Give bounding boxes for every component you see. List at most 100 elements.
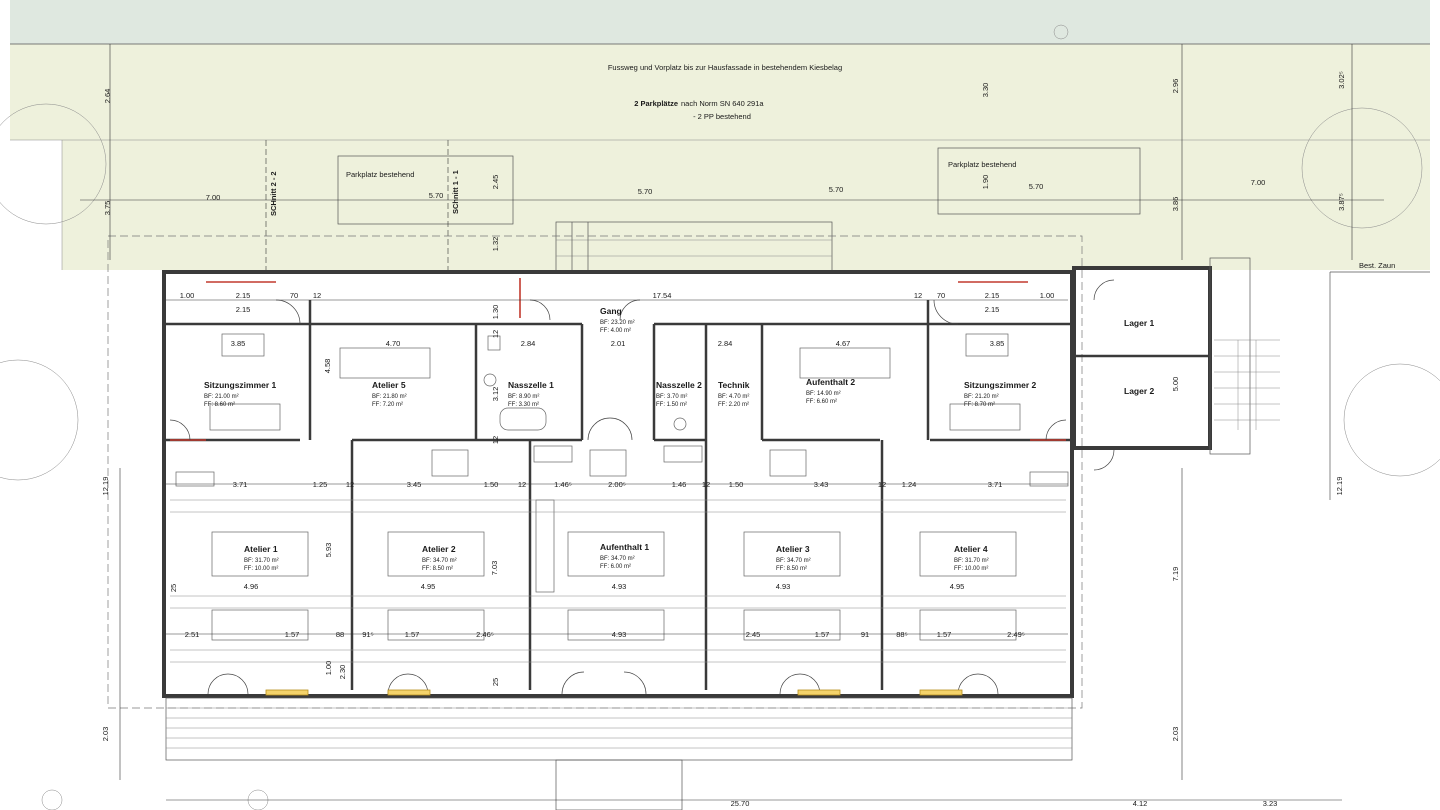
svg-text:3.45: 3.45 (407, 480, 422, 489)
svg-text:4.93: 4.93 (612, 630, 627, 639)
svg-text:2.51: 2.51 (185, 630, 200, 639)
bathtub (499, 407, 547, 431)
svg-text:2.15: 2.15 (985, 291, 1000, 300)
svg-text:5.70: 5.70 (829, 185, 844, 194)
svg-text:FF: 4.00 m²: FF: 4.00 m² (600, 328, 631, 334)
svg-text:2.96: 2.96 (1171, 79, 1180, 94)
svg-text:88⁵: 88⁵ (896, 630, 907, 639)
svg-text:12: 12 (491, 330, 500, 338)
room-sitzungszimmer-1: Sitzungszimmer 1 (204, 380, 277, 390)
svg-text:FF: 10.00 m²: FF: 10.00 m² (954, 566, 988, 572)
toilet (673, 417, 687, 431)
svg-text:1.50: 1.50 (484, 480, 499, 489)
svg-text:4.95: 4.95 (421, 582, 436, 591)
svg-text:12: 12 (518, 480, 526, 489)
svg-text:3.85: 3.85 (990, 339, 1005, 348)
svg-text:12: 12 (702, 480, 710, 489)
svg-text:2.01: 2.01 (611, 339, 626, 348)
room-lager-2: Lager 2 (1124, 386, 1155, 396)
svg-text:BF: 4.70 m²: BF: 4.70 m² (718, 394, 749, 400)
svg-text:1.00: 1.00 (180, 291, 195, 300)
svg-text:12.19: 12.19 (1335, 477, 1344, 496)
svg-text:2.03: 2.03 (101, 727, 110, 742)
footpath-note: Fussweg und Vorplatz bis zur Hausfassade… (608, 63, 842, 72)
svg-text:3.02⁵: 3.02⁵ (1337, 71, 1346, 89)
svg-text:FF: 7.20 m²: FF: 7.20 m² (372, 402, 403, 408)
street-strip (10, 0, 1430, 44)
svg-text:BF: 21.20 m²: BF: 21.20 m² (964, 394, 999, 400)
parking-label-left: Parkplatz bestehend (346, 170, 414, 179)
svg-text:1.90: 1.90 (981, 175, 990, 190)
svg-text:FF: 10.00 m²: FF: 10.00 m² (244, 566, 278, 572)
svg-text:FF: 6.00 m²: FF: 6.00 m² (600, 564, 631, 570)
svg-text:3.75: 3.75 (103, 201, 112, 216)
svg-text:91⁵: 91⁵ (362, 630, 373, 639)
terrace (165, 697, 1073, 761)
fence-label: Best. Zaun (1359, 261, 1395, 270)
svg-text:70: 70 (937, 291, 945, 300)
parking-label-right: Parkplatz bestehend (948, 160, 1016, 169)
parking-title: 2 Parkplätze (634, 99, 678, 108)
gravel-forecourt-top (10, 44, 62, 140)
svg-text:1.57: 1.57 (405, 630, 420, 639)
room-nasszelle-1: Nasszelle 1 (508, 380, 554, 390)
svg-text:FF: 8.50 m²: FF: 8.50 m² (422, 566, 453, 572)
svg-text:FF: 8.70 m²: FF: 8.70 m² (964, 402, 995, 408)
svg-text:17.54: 17.54 (653, 291, 672, 300)
room-aufenthalt-1: Aufenthalt 1 (600, 542, 649, 552)
parking-norm: nach Norm SN 640 291a (681, 99, 764, 108)
section-marker-1: SChnitt 1 - 1 (451, 170, 460, 214)
svg-text:1.00: 1.00 (324, 661, 333, 676)
svg-text:FF: 1.50 m²: FF: 1.50 m² (656, 402, 687, 408)
svg-text:1.32: 1.32 (491, 237, 500, 252)
svg-text:1.50: 1.50 (729, 480, 744, 489)
svg-text:BF: 34.70 m²: BF: 34.70 m² (600, 556, 635, 562)
svg-text:25: 25 (169, 584, 178, 592)
doors (169, 279, 1115, 695)
svg-text:1.46: 1.46 (672, 480, 687, 489)
svg-text:BF: 31.70 m²: BF: 31.70 m² (954, 558, 989, 564)
svg-text:2.03: 2.03 (1171, 727, 1180, 742)
svg-text:BF: 8.90 m²: BF: 8.90 m² (508, 394, 539, 400)
svg-text:1.46⁵: 1.46⁵ (554, 480, 572, 489)
svg-text:5.00: 5.00 (1171, 377, 1180, 392)
svg-text:4.95: 4.95 (950, 582, 965, 591)
svg-text:3.87⁵: 3.87⁵ (1337, 193, 1346, 211)
svg-text:4.67: 4.67 (836, 339, 851, 348)
svg-text:2.45: 2.45 (491, 175, 500, 190)
svg-text:1.30: 1.30 (491, 305, 500, 320)
svg-text:FF: 8.50 m²: FF: 8.50 m² (776, 566, 807, 572)
svg-text:4.93: 4.93 (612, 582, 627, 591)
svg-text:FF: 8.60 m²: FF: 8.60 m² (204, 402, 235, 408)
svg-text:5.93: 5.93 (324, 543, 333, 558)
svg-text:5.70: 5.70 (1029, 182, 1044, 191)
svg-text:12: 12 (313, 291, 321, 300)
room-sitzungszimmer-2: Sitzungszimmer 2 (964, 380, 1037, 390)
svg-text:BF: 21.00 m²: BF: 21.00 m² (204, 394, 239, 400)
svg-text:88: 88 (336, 630, 344, 639)
svg-text:2.64: 2.64 (103, 89, 112, 104)
storage-shelves (1214, 339, 1280, 430)
svg-text:3.12: 3.12 (491, 387, 500, 402)
svg-text:2.15: 2.15 (985, 305, 1000, 314)
svg-text:3.71: 3.71 (988, 480, 1003, 489)
svg-text:2.30: 2.30 (338, 665, 347, 680)
svg-text:4.70: 4.70 (386, 339, 401, 348)
room-technik: Technik (718, 380, 750, 390)
svg-text:12: 12 (346, 480, 354, 489)
svg-text:BF: 21.80 m²: BF: 21.80 m² (372, 394, 407, 400)
svg-text:BF: 34.70 m²: BF: 34.70 m² (776, 558, 811, 564)
svg-text:BF: 31.70 m²: BF: 31.70 m² (244, 558, 279, 564)
svg-text:2.15: 2.15 (236, 291, 251, 300)
room-lager-1: Lager 1 (1124, 318, 1155, 328)
svg-text:5.70: 5.70 (429, 191, 444, 200)
svg-text:12: 12 (878, 480, 886, 489)
svg-text:4.58: 4.58 (323, 359, 332, 374)
svg-text:3.85: 3.85 (231, 339, 246, 348)
svg-text:2.49⁵: 2.49⁵ (1007, 630, 1025, 639)
svg-text:7.00: 7.00 (206, 193, 221, 202)
svg-text:4.12: 4.12 (1133, 799, 1148, 808)
section-marker-2: SCHnitt 2 - 2 (269, 171, 278, 216)
svg-text:1.00: 1.00 (1040, 291, 1055, 300)
floor-plan: Fussweg und Vorplatz bis zur Hausfassade… (0, 0, 1440, 810)
